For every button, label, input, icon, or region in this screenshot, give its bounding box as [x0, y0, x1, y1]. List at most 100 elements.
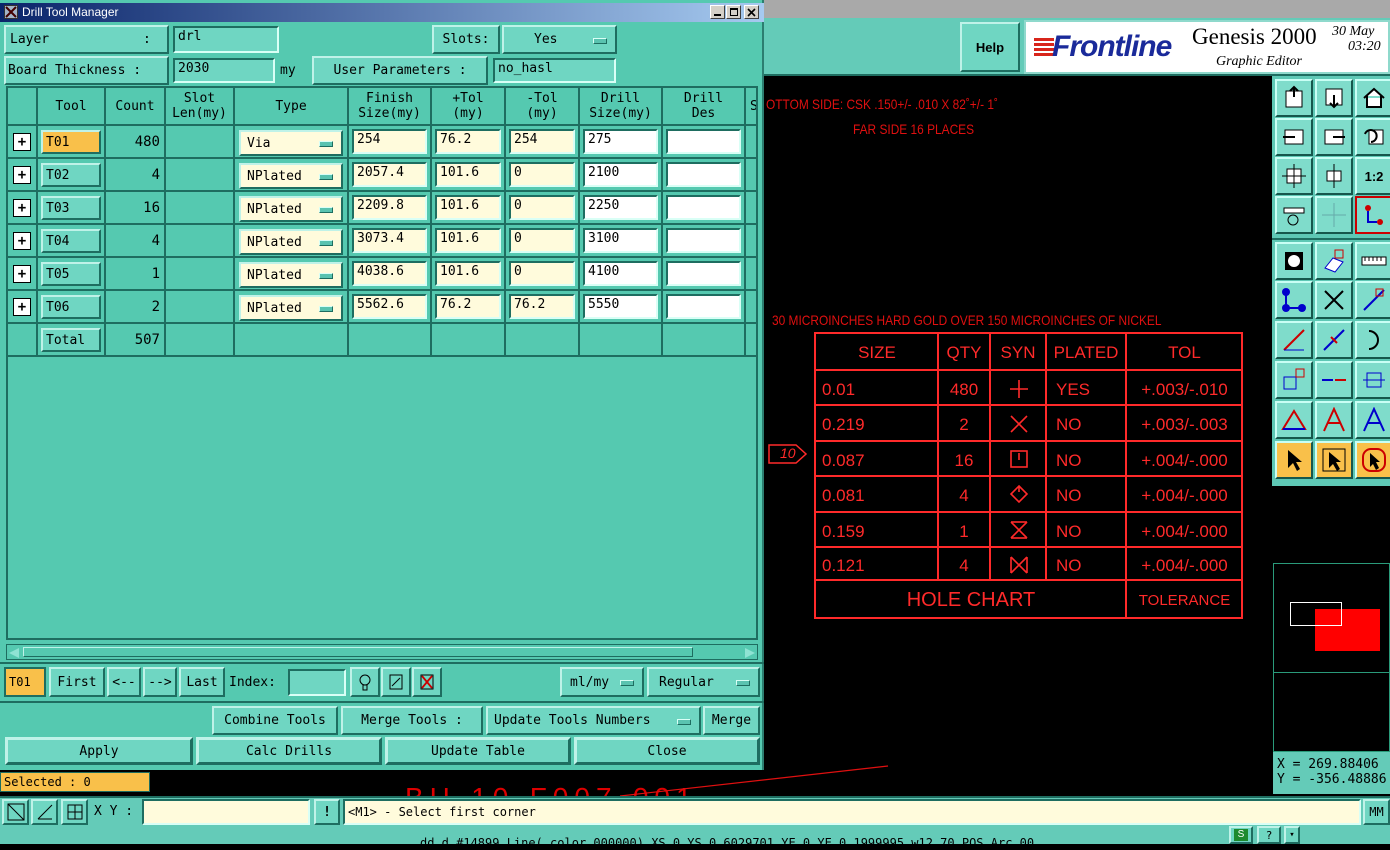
drill-field[interactable]: 2250	[583, 195, 658, 220]
tool-button[interactable]: T01	[41, 130, 101, 154]
open-job-icon[interactable]	[1275, 79, 1313, 117]
tool-delete-button[interactable]	[412, 667, 442, 697]
finish-field[interactable]: 3073.4	[352, 228, 427, 253]
slash-blue-icon[interactable]	[1315, 321, 1353, 359]
triangle-red-icon[interactable]	[1275, 401, 1313, 439]
measure-button[interactable]	[31, 799, 58, 825]
tool-edit-button[interactable]	[381, 667, 411, 697]
undo-zoom-icon[interactable]	[1355, 118, 1390, 156]
total-button[interactable]: Total	[41, 328, 101, 352]
tool-button[interactable]: T03	[41, 196, 101, 220]
drill-field[interactable]: 5550	[583, 294, 658, 319]
type-dropdown[interactable]: NPlated	[239, 295, 343, 321]
home-icon[interactable]	[1355, 79, 1390, 117]
board-thickness-field[interactable]: 2030	[173, 58, 275, 83]
help-button[interactable]: Help	[960, 22, 1020, 72]
snap-button[interactable]	[61, 799, 88, 825]
grid-icon[interactable]	[1315, 196, 1353, 234]
mode-dropdown[interactable]: Regular	[647, 667, 760, 697]
minimize-button[interactable]	[710, 5, 725, 19]
ptol-field[interactable]: 76.2	[435, 129, 501, 154]
mtol-field[interactable]: 76.2	[509, 294, 575, 319]
close-button[interactable]: Close	[574, 737, 760, 765]
horizontal-scrollbar[interactable]	[6, 644, 758, 660]
split-line-icon[interactable]	[1315, 361, 1353, 399]
tool-button[interactable]: T06	[41, 295, 101, 319]
tool-button[interactable]: T02	[41, 163, 101, 187]
surface-icon[interactable]	[1315, 242, 1353, 280]
tool-button[interactable]: T04	[41, 229, 101, 253]
traffic-light-icon[interactable]	[1355, 196, 1390, 234]
ptol-field[interactable]: 101.6	[435, 228, 501, 253]
select-round-icon[interactable]	[1355, 441, 1390, 479]
mtol-field[interactable]: 0	[509, 228, 575, 253]
expand-row-button[interactable]: +	[13, 166, 31, 184]
mtol-field[interactable]: 0	[509, 261, 575, 286]
window-titlebar[interactable]: Drill Tool Manager	[0, 3, 764, 22]
units-mm-button[interactable]: MM	[1363, 799, 1390, 825]
drill-field[interactable]: 4100	[583, 261, 658, 286]
next-button[interactable]: -->	[143, 667, 177, 697]
type-dropdown[interactable]: NPlated	[239, 229, 343, 255]
help-question-button[interactable]: ?	[1257, 826, 1281, 844]
finish-field[interactable]: 254	[352, 129, 427, 154]
tools-icon[interactable]	[1275, 196, 1313, 234]
overview-panel[interactable]	[1273, 563, 1390, 673]
zoom-out-icon[interactable]	[1315, 118, 1353, 156]
ptol-field[interactable]: 101.6	[435, 261, 501, 286]
update-table-button[interactable]: Update Table	[385, 737, 571, 765]
combine-tools-button[interactable]: Combine Tools	[212, 706, 338, 735]
close-window-button[interactable]	[744, 5, 759, 19]
connect-icon[interactable]	[1275, 281, 1313, 319]
triangle-blue-icon[interactable]	[1355, 401, 1390, 439]
center-view-icon[interactable]	[1315, 157, 1353, 195]
calc-drills-button[interactable]: Calc Drills	[196, 737, 382, 765]
type-dropdown[interactable]: NPlated	[239, 163, 343, 189]
alert-button[interactable]: !	[314, 799, 340, 825]
tool-info-button[interactable]	[350, 667, 380, 697]
cross-select-icon[interactable]	[1315, 281, 1353, 319]
finish-field[interactable]: 2209.8	[352, 195, 427, 220]
mtol-field[interactable]: 254	[509, 129, 575, 154]
scroll-right-icon[interactable]	[745, 648, 755, 658]
slash-red-icon[interactable]	[1275, 321, 1313, 359]
drill-field[interactable]: 275	[583, 129, 658, 154]
arc-icon[interactable]	[1355, 321, 1390, 359]
mtol-field[interactable]: 0	[509, 195, 575, 220]
shell-button[interactable]: S	[1229, 826, 1253, 844]
drill-field[interactable]: 2100	[583, 162, 658, 187]
triangle-a-icon[interactable]	[1315, 401, 1353, 439]
drill-des-field[interactable]	[666, 162, 741, 187]
tool-button[interactable]: T05	[41, 262, 101, 286]
last-button[interactable]: Last	[179, 667, 225, 697]
type-dropdown[interactable]: NPlated	[239, 196, 343, 222]
update-tools-numbers-dropdown[interactable]: Update Tools Numbers	[486, 706, 701, 735]
expand-row-button[interactable]: +	[13, 199, 31, 217]
index-field[interactable]	[288, 669, 346, 696]
layer-field[interactable]: drl	[173, 26, 279, 53]
type-dropdown[interactable]: NPlated	[239, 262, 343, 288]
scroll-thumb[interactable]	[23, 647, 693, 657]
line-add-icon[interactable]	[1355, 281, 1390, 319]
scale-1-2-icon[interactable]: 1:2	[1355, 157, 1390, 195]
apply-button[interactable]: Apply	[5, 737, 193, 765]
select-box-icon[interactable]	[1315, 441, 1353, 479]
user-parameters-field[interactable]: no_hasl	[493, 58, 616, 83]
zoom-in-icon[interactable]	[1275, 118, 1313, 156]
move-point-icon[interactable]	[1275, 361, 1313, 399]
maximize-button[interactable]	[726, 5, 741, 19]
finish-field[interactable]: 4038.6	[352, 261, 427, 286]
merge-button[interactable]: Merge	[703, 706, 760, 735]
pad-icon[interactable]	[1275, 242, 1313, 280]
expand-row-button[interactable]: +	[13, 265, 31, 283]
ptol-field[interactable]: 76.2	[435, 294, 501, 319]
drill-des-field[interactable]	[666, 228, 741, 253]
finish-field[interactable]: 2057.4	[352, 162, 427, 187]
drill-des-field[interactable]	[666, 195, 741, 220]
expand-row-button[interactable]: +	[13, 232, 31, 250]
ptol-field[interactable]: 101.6	[435, 195, 501, 220]
xy-input[interactable]	[142, 799, 310, 825]
slots-dropdown[interactable]: Yes	[502, 25, 617, 54]
ptol-field[interactable]: 101.6	[435, 162, 501, 187]
status-menu-button[interactable]: ▾	[1284, 826, 1300, 844]
